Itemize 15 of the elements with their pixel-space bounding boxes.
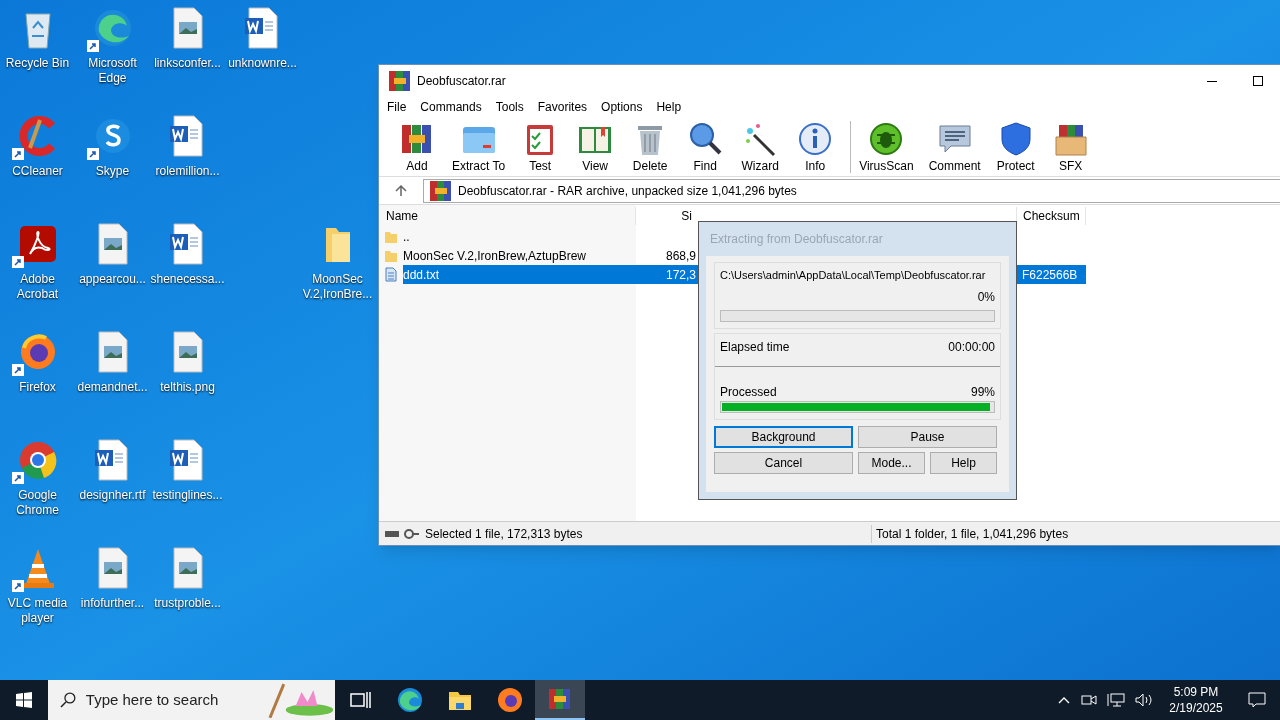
file-size: 172,3 (664, 266, 696, 284)
file-size: 868,9 (664, 247, 696, 265)
elapsed-label: Elapsed time (720, 338, 790, 356)
dialog-title: Extracting from Deobfuscator.rar (709, 231, 884, 248)
elapsed-time: 00:00:00 (948, 338, 995, 356)
percent-label: 0% (977, 288, 995, 306)
processed-label: Processed (720, 383, 777, 401)
archive-path: C:\Users\admin\AppData\Local\Temp\Deobfuscator.rar (720, 268, 987, 283)
window-title: Deobfuscator.rar (417, 73, 506, 90)
status-text: Total 1 folder, 1 file, 1,041,296 bytes (871, 524, 1069, 543)
status-text: Selected 1 file, 172,313 bytes (425, 525, 584, 543)
file-name: MoonSec V.2,IronBrew,AztupBrew (403, 247, 587, 265)
file-name: ddd.txt (403, 266, 441, 284)
file-checksum: F622566B (1021, 266, 1079, 284)
percent-label: 99% (970, 383, 995, 401)
